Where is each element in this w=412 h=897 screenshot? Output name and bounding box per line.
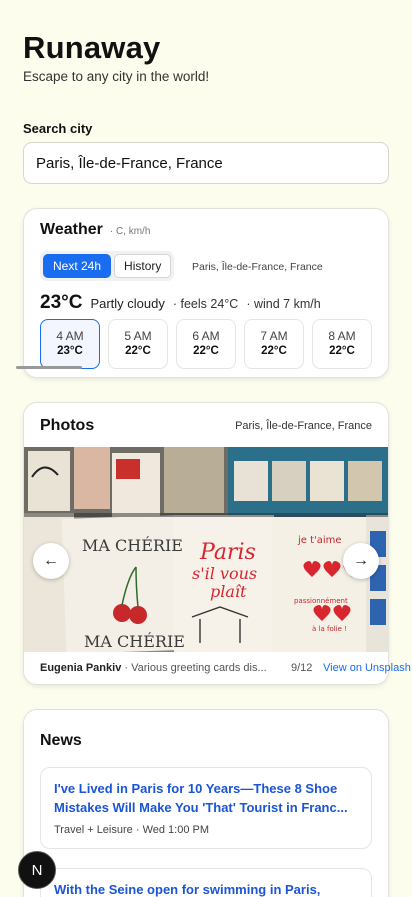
app-subtitle: Escape to any city in the world! [23,69,210,84]
photo-credit: Eugenia Pankiv · Various greeting cards … [40,662,267,674]
photo-counter: 9/12 [291,662,313,674]
photo-image: MA CHÉRIE MA CHÉRIE Paris s'il vous plaî… [24,447,388,652]
photo-next-button[interactable]: → [343,543,379,579]
hour-time: 6 AM [192,329,220,343]
view-on-unsplash-link[interactable]: View on Unsplash [323,662,411,674]
weather-title: Weather [40,221,103,238]
current-temp: 23°C [40,292,83,313]
weather-units: · C, km/h [109,226,151,237]
current-condition: Partly cloudy [90,296,165,311]
hour-temp: 23°C [57,345,83,357]
hourly-scrollbar[interactable] [16,366,82,369]
hour-time: 4 AM [56,329,84,343]
photo-card-text: s'il vous [192,564,257,583]
floating-action-button[interactable]: N [18,851,56,889]
photo-card-text: passionnément [294,597,348,605]
photos-card: Photos Paris, Île-de-France, France MA C… [23,402,389,685]
hour-time: 7 AM [260,329,288,343]
photos-location: Paris, Île-de-France, France [235,420,372,432]
wind-speed: · wind 7 km/h [246,297,321,311]
hour-item[interactable]: 7 AM 22°C [244,319,304,369]
photo-card-text: MA CHÉRIE [82,535,183,555]
article-title[interactable]: I've Lived in Paris for 10 Years—These 8… [54,780,358,818]
news-card: News I've Lived in Paris for 10 Years—Th… [23,709,389,897]
photo-description: · Various greeting cards dis... [124,662,267,674]
app-title: Runaway [23,30,161,65]
current-weather: 23°C Partly cloudy · feels 24°C · wind 7… [40,292,321,314]
article-source: Travel + Leisure [54,823,133,836]
article-time: · Wed 1:00 PM [135,823,210,836]
hour-temp: 22°C [193,345,219,357]
news-title: News [40,732,82,749]
hour-item[interactable]: 8 AM 22°C [312,319,372,369]
article-meta: Travel + Leisure · Wed 1:00 PM [54,824,358,836]
search-input[interactable] [23,142,389,184]
arrow-right-icon: → [353,552,369,569]
hour-temp: 22°C [329,345,355,357]
tab-next-24h[interactable]: Next 24h [43,254,112,278]
hour-temp: 22°C [261,345,287,357]
photos-title: Photos [40,417,95,434]
weather-card: Weather · C, km/h Next 24h History Paris… [23,208,389,378]
photo-card-text: MA CHÉRIE [84,631,185,651]
arrow-left-icon: ← [43,552,59,569]
news-article[interactable]: With the Seine open for swimming in Pari… [40,868,372,897]
hour-item[interactable]: 6 AM 22°C [176,319,236,369]
photo-prev-button[interactable]: ← [33,543,69,579]
hour-item[interactable]: 5 AM 22°C [108,319,168,369]
photo-author[interactable]: Eugenia Pankiv [40,662,121,674]
weather-location: Paris, Île-de-France, France [192,261,323,273]
search-label: Search city [23,121,93,136]
photo-card-text: à la folie ! [312,625,347,633]
hour-time: 8 AM [328,329,356,343]
hour-item[interactable]: 4 AM 23°C [40,319,100,369]
photo-card-text: plaît [210,582,247,601]
hour-temp: 22°C [125,345,151,357]
photo-card-text: Paris [199,540,256,565]
feels-like: · feels 24°C [172,297,239,311]
hour-time: 5 AM [124,329,152,343]
fab-label: N [31,861,43,879]
photo-card-text: je t'aime [297,535,342,546]
news-article[interactable]: I've Lived in Paris for 10 Years—These 8… [40,767,372,849]
article-title[interactable]: With the Seine open for swimming in Pari… [54,881,358,897]
weather-tabs: Next 24h History [40,251,175,281]
tab-history[interactable]: History [114,254,172,278]
hourly-forecast: 4 AM 23°C 5 AM 22°C 6 AM 22°C 7 AM 22°C … [40,319,372,369]
